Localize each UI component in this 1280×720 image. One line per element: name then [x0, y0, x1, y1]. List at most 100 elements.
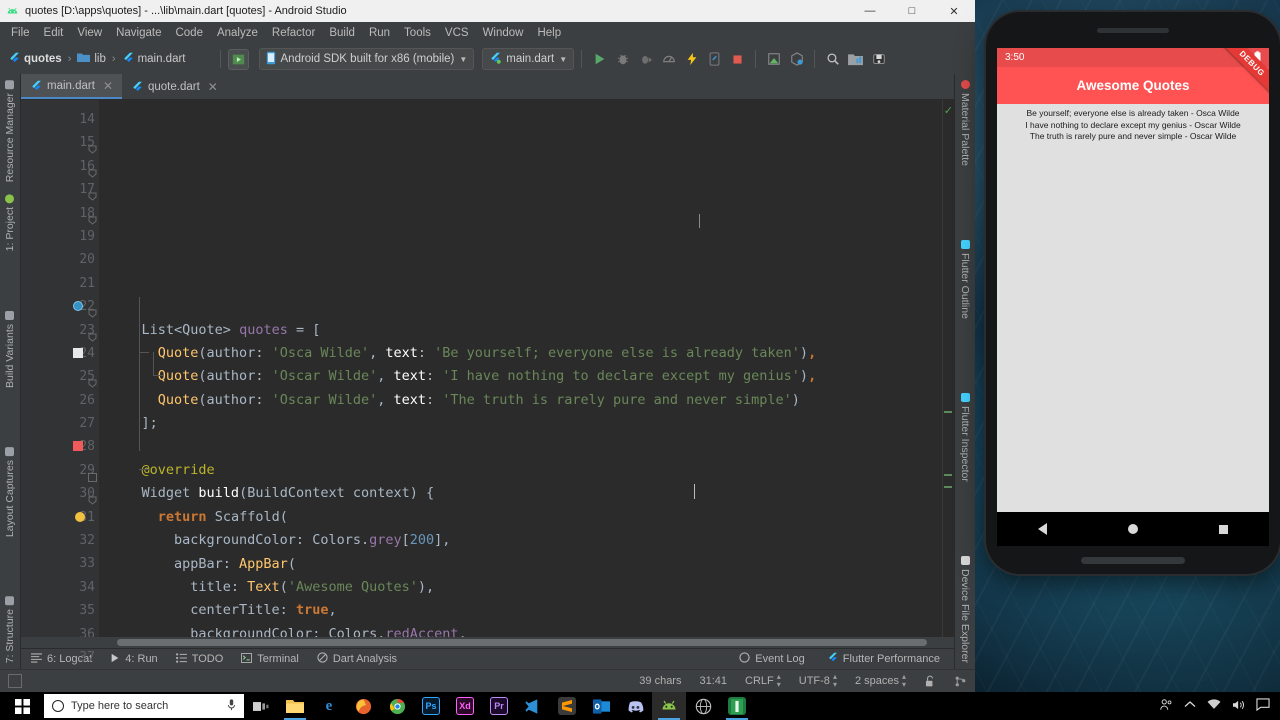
menu-item-view[interactable]: View — [70, 24, 109, 42]
action-center-icon[interactable] — [1256, 698, 1270, 714]
gutter-line-31[interactable]: 31 — [21, 506, 99, 529]
fold-marker-icon[interactable] — [88, 467, 97, 476]
maximize-button[interactable]: □ — [891, 0, 933, 22]
gutter-line-35[interactable]: 35 — [21, 599, 99, 622]
menu-item-build[interactable]: Build — [322, 24, 362, 42]
menu-item-help[interactable]: Help — [530, 24, 568, 42]
tab-main-dart[interactable]: main.dart✕ — [21, 74, 122, 99]
task-view-icon[interactable] — [244, 692, 278, 720]
taskbar-app-premiere-pro[interactable]: Pr — [482, 692, 516, 720]
breadcrumb-lib[interactable]: lib — [75, 52, 108, 66]
rail-item-flutter-inspector[interactable]: Flutter Inspector — [959, 387, 971, 488]
taskbar-app-photoshop[interactable]: Ps — [414, 692, 448, 720]
taskbar-app-outlook[interactable] — [584, 692, 618, 720]
tool-window-todo[interactable]: TODO — [176, 652, 224, 666]
gutter-line-21[interactable]: 21 — [21, 272, 99, 295]
menu-item-vcs[interactable]: VCS — [438, 24, 476, 42]
volume-icon[interactable] — [1232, 699, 1245, 714]
intention-bulb-icon[interactable] — [75, 512, 85, 522]
tool-window-terminal[interactable]: Terminal — [241, 652, 299, 666]
indent-setting[interactable]: 2 spaces ▴▾ — [855, 673, 906, 689]
emulator-screen[interactable]: 3:50 DEBUG Awesome Quotes Be yourself; e… — [997, 48, 1269, 512]
code-content[interactable]: List<Quote> quotes = [ Quote(author: 'Os… — [99, 100, 954, 637]
debug-attach-icon[interactable] — [635, 49, 656, 70]
taskbar-app-firefox[interactable] — [346, 692, 380, 720]
tool-window-dart-analysis[interactable]: Dart Analysis — [317, 652, 397, 666]
gutter-line-32[interactable]: 32 — [21, 529, 99, 552]
gutter-line-34[interactable]: 34 — [21, 576, 99, 599]
taskbar-app-file-explorer[interactable] — [278, 692, 312, 720]
show-hidden-icons-icon[interactable] — [1184, 700, 1196, 712]
gutter-line-16[interactable]: 16 — [21, 155, 99, 178]
run-configuration-selector[interactable]: main.dart ▼ — [482, 48, 574, 70]
close-icon[interactable]: ✕ — [103, 79, 113, 93]
menu-item-code[interactable]: Code — [168, 24, 210, 42]
back-icon[interactable] — [1038, 523, 1047, 535]
taskbar-app-vs-code[interactable] — [516, 692, 550, 720]
gutter-line-37[interactable]: 37 — [21, 646, 99, 669]
taskbar-app-discord[interactable] — [618, 692, 652, 720]
stop-icon[interactable] — [727, 49, 748, 70]
horizontal-scrollbar-thumb[interactable] — [117, 639, 927, 646]
close-button[interactable]: ✕ — [933, 0, 975, 22]
profile-icon[interactable] — [658, 49, 679, 70]
menu-item-run[interactable]: Run — [362, 24, 397, 42]
menu-item-window[interactable]: Window — [476, 24, 531, 42]
taskbar-app-green-app[interactable] — [720, 692, 754, 720]
unlocked-icon[interactable] — [924, 675, 936, 688]
file-encoding[interactable]: UTF-8 ▴▾ — [799, 673, 837, 689]
rail-item-layout-captures[interactable]: Layout Captures — [4, 441, 16, 543]
tool-window-run[interactable]: 4: Run — [110, 652, 157, 666]
taskbar-app-android-studio[interactable] — [652, 692, 686, 720]
horizontal-scrollbar[interactable] — [21, 637, 954, 648]
fold-marker-icon[interactable] — [88, 139, 97, 148]
gutter-line-27[interactable]: 27 — [21, 412, 99, 435]
device-selector[interactable]: Android SDK built for x86 (mobile) ▼ — [259, 48, 475, 70]
gutter-line-23[interactable]: 23 — [21, 319, 99, 342]
bookmark-icon[interactable] — [73, 348, 83, 358]
caret-position[interactable]: 31:41 — [699, 675, 727, 687]
editor-scrollbar[interactable]: ✓ — [942, 100, 954, 637]
taskbar-app-browser[interactable] — [686, 692, 720, 720]
search-input[interactable]: Type here to search — [44, 694, 244, 718]
menu-item-navigate[interactable]: Navigate — [109, 24, 168, 42]
rail-item-project[interactable]: 1: Project — [4, 188, 16, 257]
fold-marker-icon[interactable] — [88, 163, 97, 172]
fold-marker-icon[interactable] — [88, 373, 97, 382]
gutter-line-25[interactable]: 25 — [21, 365, 99, 388]
breakpoint-red-icon[interactable] — [73, 441, 83, 451]
gutter-line-18[interactable]: 18 — [21, 202, 99, 225]
fold-marker-icon[interactable] — [88, 327, 97, 336]
hot-reload-icon[interactable] — [681, 49, 702, 70]
breadcrumb-file[interactable]: main.dart — [120, 52, 188, 67]
device-file-icon[interactable] — [704, 49, 725, 70]
taskbar-app-edge[interactable]: e — [312, 692, 346, 720]
close-icon[interactable]: ✕ — [208, 80, 218, 94]
start-icon[interactable] — [0, 692, 44, 720]
git-branch-icon[interactable] — [954, 675, 967, 688]
rail-item-build-variants[interactable]: Build Variants — [4, 305, 16, 394]
wifi-icon[interactable] — [1207, 699, 1221, 713]
fold-marker-icon[interactable] — [88, 490, 97, 499]
menu-item-refactor[interactable]: Refactor — [265, 24, 322, 42]
line-separator[interactable]: CRLF ▴▾ — [745, 673, 781, 689]
people-icon[interactable] — [1159, 698, 1173, 714]
tab-quote-dart[interactable]: quote.dart✕ — [122, 74, 227, 99]
gutter-line-29[interactable]: 29 — [21, 459, 99, 482]
gutter-line-15[interactable]: 15 — [21, 131, 99, 154]
project-structure-icon[interactable] — [845, 49, 866, 70]
rail-item-structure[interactable]: 7: Structure — [4, 590, 16, 669]
fold-marker-icon[interactable] — [88, 186, 97, 195]
home-icon[interactable] — [1128, 524, 1138, 534]
gutter-line-20[interactable]: 20 — [21, 248, 99, 271]
gutter-line-22[interactable]: 22 — [21, 295, 99, 318]
open-emulator-icon[interactable] — [228, 49, 249, 70]
menu-item-tools[interactable]: Tools — [397, 24, 438, 42]
microphone-icon[interactable] — [227, 699, 236, 714]
rail-item-material-palette[interactable]: Material Palette — [959, 74, 971, 172]
gutter-line-19[interactable]: 19 — [21, 225, 99, 248]
recents-icon[interactable] — [1219, 525, 1228, 534]
minimize-button[interactable]: — — [849, 0, 891, 22]
sdk-manager-icon[interactable] — [868, 49, 889, 70]
rail-item-resource-manager[interactable]: Resource Manager — [4, 74, 16, 188]
